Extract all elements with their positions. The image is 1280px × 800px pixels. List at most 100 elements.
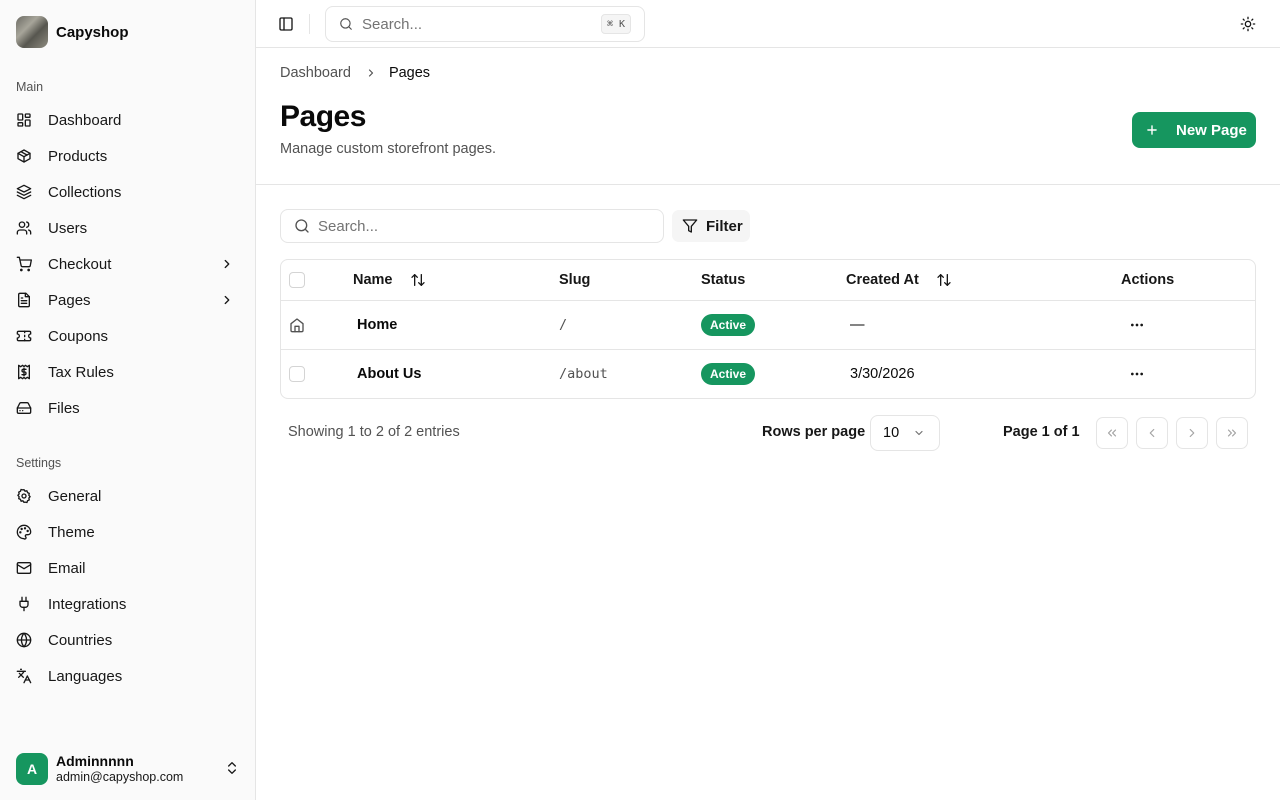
sidebar-item-general[interactable]: General: [8, 480, 248, 512]
sidebar-item-tax-rules[interactable]: Tax Rules: [8, 356, 248, 388]
ticket-icon: [16, 328, 32, 344]
previous-page-button[interactable]: [1136, 417, 1168, 449]
sidebar-item-collections[interactable]: Collections: [8, 176, 248, 208]
home-icon: [289, 317, 305, 333]
users-icon: [16, 220, 32, 236]
table-search-input[interactable]: Search...: [280, 209, 664, 243]
chevrons-left-icon: [1105, 426, 1119, 440]
sidebar-item-dashboard[interactable]: Dashboard: [8, 104, 248, 136]
dashboard-icon: [16, 112, 32, 128]
pages-table: Name Slug Status Created At Actions Home…: [280, 259, 1256, 399]
sidebar-item-label: Integrations: [48, 595, 127, 613]
filter-button[interactable]: Filter: [672, 210, 750, 242]
sidebar-item-theme[interactable]: Theme: [8, 516, 248, 548]
column-header-actions: Actions: [1121, 272, 1175, 288]
global-search-input[interactable]: Search... ⌘ K: [325, 6, 645, 42]
new-page-label: New Page: [1176, 121, 1247, 139]
sidebar-item-checkout[interactable]: Checkout: [8, 248, 248, 280]
breadcrumb-dashboard[interactable]: Dashboard: [280, 65, 351, 81]
gear-icon: [16, 488, 32, 504]
file-icon: [16, 292, 32, 308]
sidebar-group-main: Main: [16, 80, 44, 94]
column-header-status: Status: [701, 272, 746, 288]
globe-icon: [16, 632, 32, 648]
sidebar-item-label: General: [48, 487, 102, 505]
sidebar-item-label: Theme: [48, 523, 95, 541]
column-header-label: Name: [353, 272, 393, 288]
filter-icon: [682, 218, 698, 234]
last-page-button[interactable]: [1216, 417, 1248, 449]
breadcrumb: Dashboard Pages: [280, 65, 430, 81]
sidebar-item-pages[interactable]: Pages: [8, 284, 248, 316]
package-icon: [16, 148, 32, 164]
sidebar-item-languages[interactable]: Languages: [8, 660, 248, 692]
topbar: Search... ⌘ K: [256, 0, 1280, 48]
column-header-label: Created At: [846, 272, 919, 288]
page-slug: /: [559, 317, 568, 333]
shortcut-hint: ⌘ K: [600, 14, 631, 34]
first-page-button[interactable]: [1096, 417, 1128, 449]
filter-label: Filter: [706, 217, 743, 235]
sidebar-item-label: Coupons: [48, 327, 109, 345]
sidebar-item-label: Countries: [48, 631, 113, 649]
chevrons-right-icon: [1225, 426, 1239, 440]
search-icon: [294, 218, 310, 234]
user-menu[interactable]: A Adminnnnn admin@capyshop.com: [16, 752, 248, 786]
hard-drive-icon: [16, 400, 32, 416]
select-all-checkbox[interactable]: [289, 272, 305, 288]
chevron-right-icon: [220, 257, 234, 271]
column-header-name[interactable]: Name: [353, 270, 426, 290]
cart-icon: [16, 256, 32, 272]
sidebar-item-integrations[interactable]: Integrations: [8, 588, 248, 620]
sidebar-item-label: Files: [48, 399, 80, 417]
created-at: 3/30/2026: [850, 366, 915, 382]
chevron-right-icon: [1185, 426, 1199, 440]
entries-summary: Showing 1 to 2 of 2 entries: [288, 424, 460, 440]
divider: [309, 14, 310, 34]
sidebar-item-label: Checkout: [48, 255, 112, 273]
rows-per-page-label: Rows per page: [762, 424, 866, 440]
sidebar-item-label: Pages: [48, 291, 91, 309]
sort-icon[interactable]: [936, 272, 952, 288]
sun-icon[interactable]: [1240, 16, 1256, 32]
more-horizontal-icon[interactable]: [1129, 366, 1145, 382]
plug-icon: [16, 596, 32, 612]
brand-name: Capyshop: [56, 23, 129, 41]
chevrons-up-down-icon: [224, 760, 240, 776]
sort-icon[interactable]: [410, 272, 426, 288]
layers-icon: [16, 184, 32, 200]
sidebar-item-label: Email: [48, 559, 86, 577]
page-subtitle: Manage custom storefront pages.: [280, 141, 497, 157]
sidebar-item-products[interactable]: Products: [8, 140, 248, 172]
search-icon: [339, 17, 353, 31]
sidebar-item-users[interactable]: Users: [8, 212, 248, 244]
sidebar-item-files[interactable]: Files: [8, 392, 248, 424]
sidebar-item-label: Users: [48, 219, 88, 237]
status-badge: Active: [701, 314, 756, 336]
plus-icon: [1145, 123, 1159, 137]
sidebar-item-countries[interactable]: Countries: [8, 624, 248, 656]
row-divider: [281, 349, 1255, 350]
brand-logo: [16, 16, 48, 48]
brand[interactable]: Capyshop: [16, 16, 129, 48]
sidebar-item-coupons[interactable]: Coupons: [8, 320, 248, 352]
sidebar-item-label: Tax Rules: [48, 363, 114, 381]
new-page-button[interactable]: New Page: [1132, 112, 1256, 148]
search-placeholder: Search...: [362, 15, 423, 33]
column-header-created[interactable]: Created At: [846, 270, 952, 290]
rows-per-page-select[interactable]: 10: [870, 415, 940, 451]
page-info: Page 1 of 1: [1003, 424, 1080, 440]
column-header-slug: Slug: [559, 272, 591, 288]
sidebar-item-label: Dashboard: [48, 111, 122, 129]
more-horizontal-icon[interactable]: [1129, 317, 1145, 333]
row-checkbox[interactable]: [289, 366, 305, 382]
translate-icon: [16, 668, 32, 684]
rows-per-page-value: 10: [883, 425, 900, 441]
next-page-button[interactable]: [1176, 417, 1208, 449]
sidebar-item-label: Products: [48, 147, 108, 165]
chevron-down-icon: [913, 427, 925, 439]
sidebar-toggle-icon[interactable]: [278, 16, 294, 32]
sidebar: Capyshop Main Dashboard Products Collect…: [0, 0, 256, 800]
sidebar-item-email[interactable]: Email: [8, 552, 248, 584]
chevron-right-icon: [220, 293, 234, 307]
